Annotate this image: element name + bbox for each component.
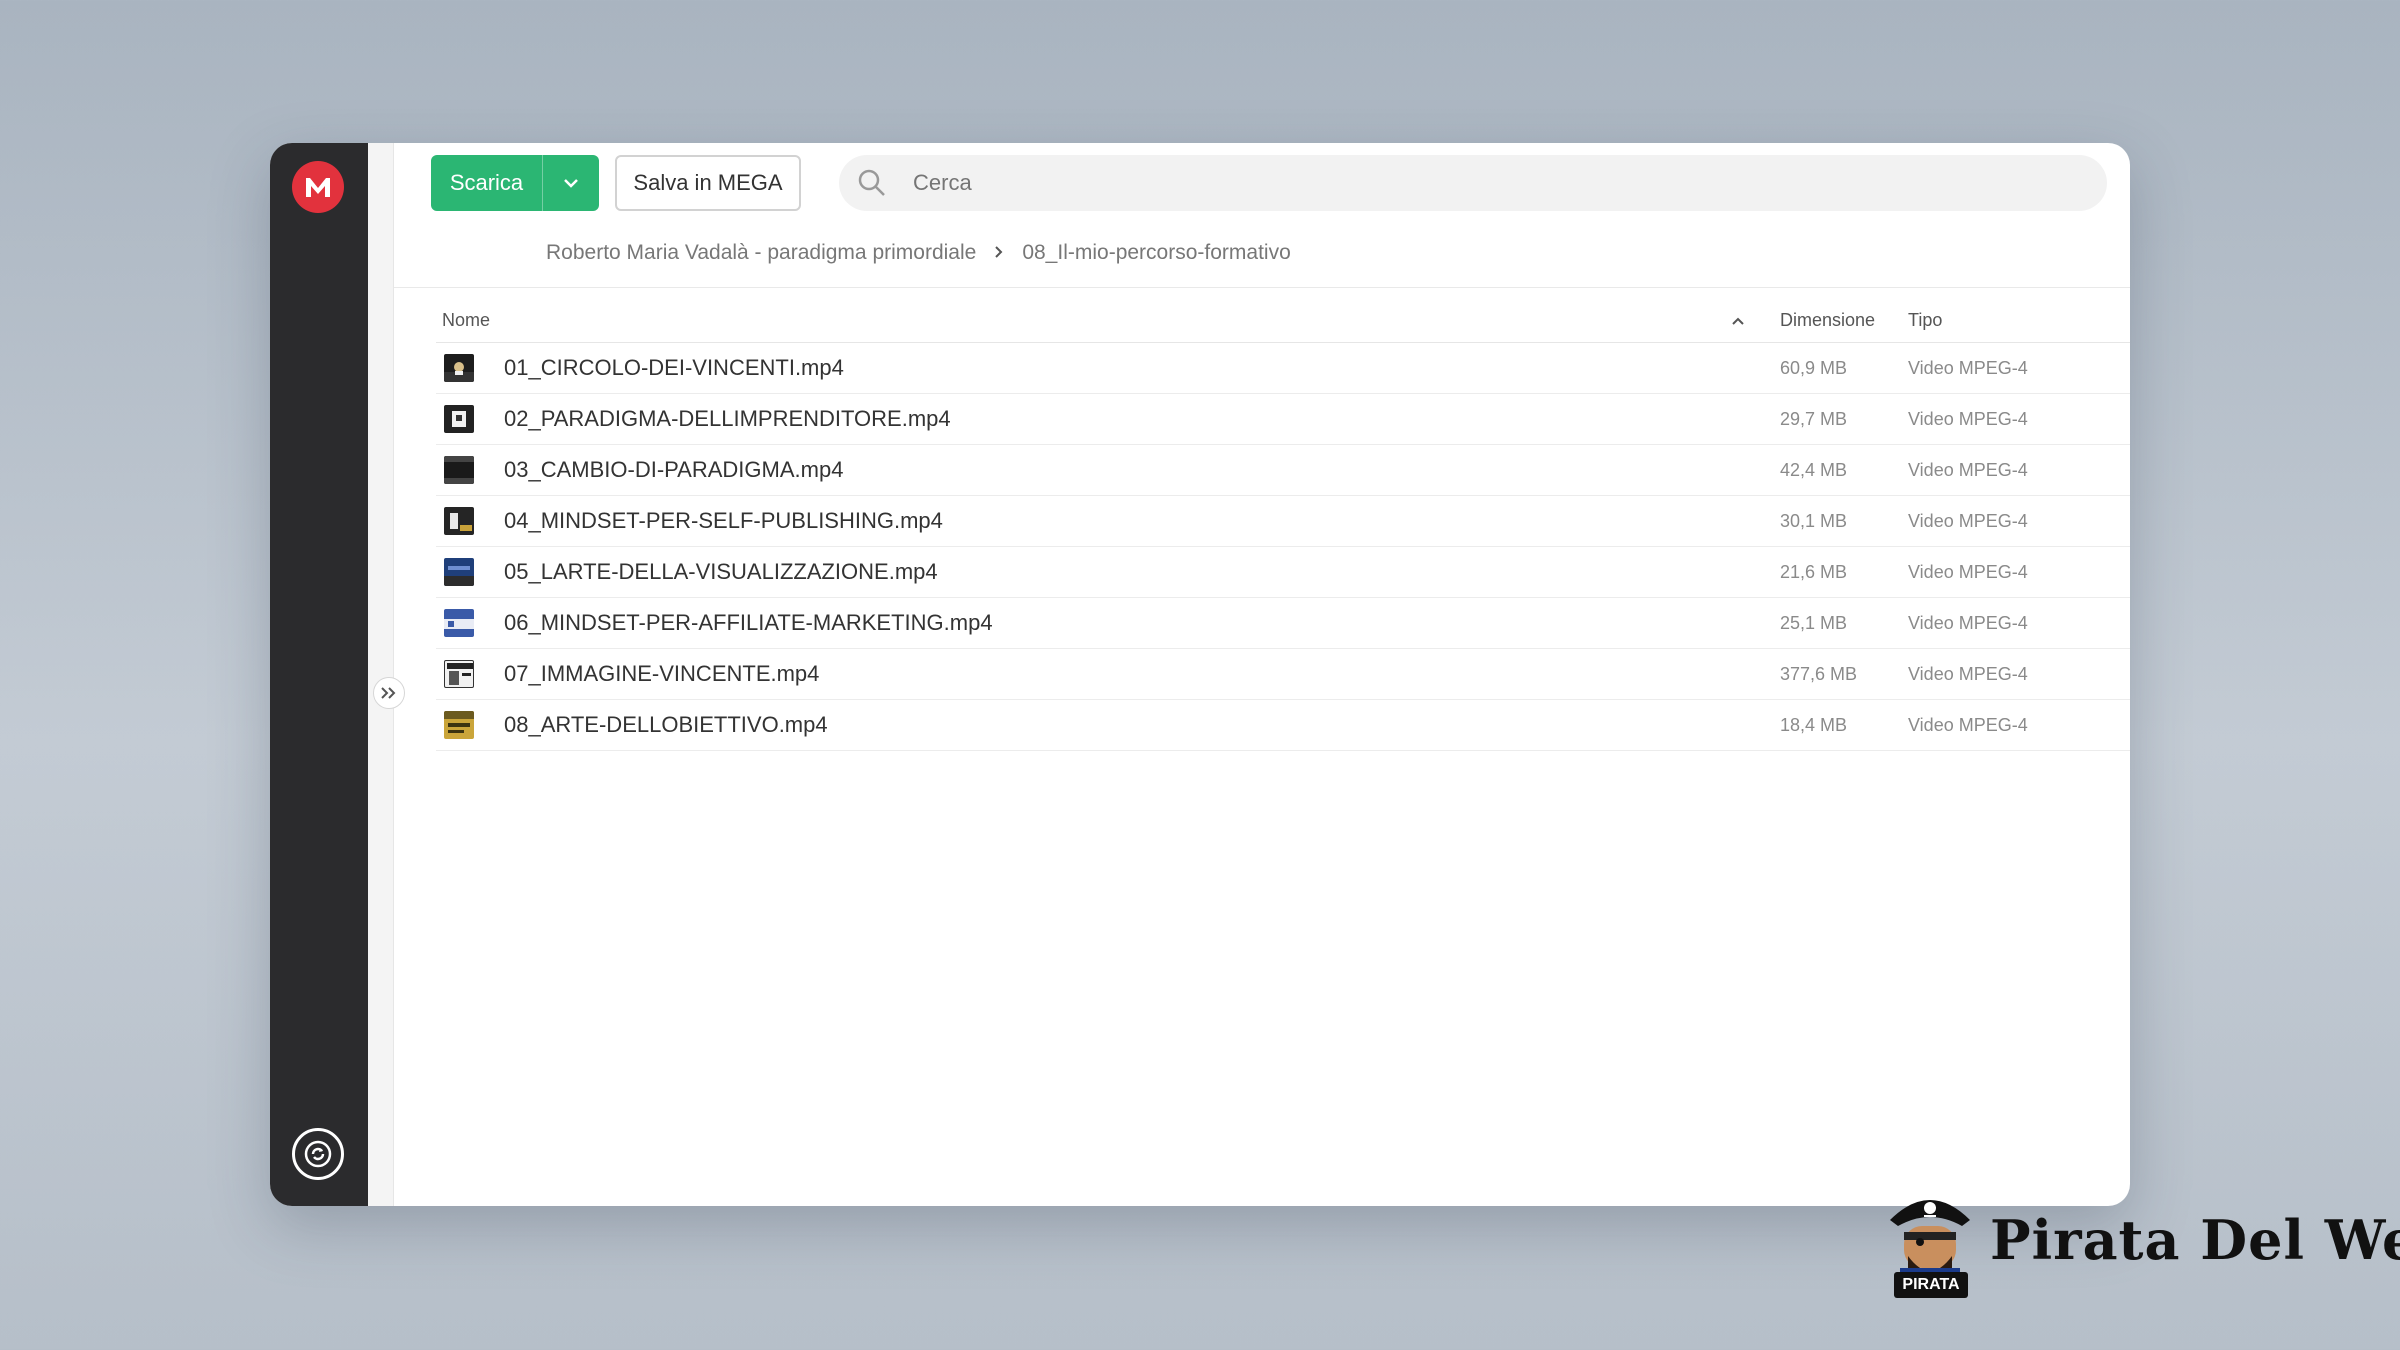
- table-header: Nome Dimensione Tipo: [436, 299, 2130, 343]
- file-name: 06_MINDSET-PER-AFFILIATE-MARKETING.mp4: [504, 610, 993, 635]
- video-thumbnail-icon: [444, 660, 474, 688]
- table-row[interactable]: 01_CIRCOLO-DEI-VINCENTI.mp4 60,9 MB Vide…: [436, 343, 2130, 394]
- file-size: 21,6 MB: [1780, 561, 1848, 582]
- search-bar[interactable]: [839, 155, 2107, 211]
- file-name: 07_IMMAGINE-VINCENTE.mp4: [504, 661, 820, 686]
- file-size: 30,1 MB: [1780, 510, 1848, 531]
- table-row[interactable]: 06_MINDSET-PER-AFFILIATE-MARKETING.mp4 2…: [436, 598, 2130, 649]
- table-row[interactable]: 03_CAMBIO-DI-PARADIGMA.mp4 42,4 MB Video…: [436, 445, 2130, 496]
- toolbar: Scarica Salva in MEGA: [431, 155, 2111, 211]
- file-type: Video MPEG-4: [1908, 459, 2028, 480]
- file-type: Video MPEG-4: [1908, 561, 2028, 582]
- file-size: 377,6 MB: [1780, 663, 1858, 684]
- video-thumbnail-icon: [444, 354, 474, 382]
- video-thumbnail-icon: [444, 711, 474, 739]
- file-name: 01_CIRCOLO-DEI-VINCENTI.mp4: [504, 355, 844, 380]
- mascot-tag: PIRATA: [1894, 1272, 1968, 1298]
- chevron-up-icon[interactable]: [1726, 316, 1750, 326]
- sidebar: [270, 143, 368, 1206]
- file-size: 25,1 MB: [1780, 612, 1848, 633]
- chevron-down-icon[interactable]: [543, 155, 599, 211]
- chevron-right-icon: [994, 242, 1004, 265]
- mega-window: Scarica Salva in MEGA Roberto Maria Vada…: [270, 143, 2130, 1206]
- sidebar-collapse-strip: [368, 143, 394, 1206]
- video-thumbnail-icon: [444, 609, 474, 637]
- video-thumbnail-icon: [444, 558, 474, 586]
- brand-name: Pirata Del Web: [1990, 1208, 2400, 1272]
- file-type: Video MPEG-4: [1908, 510, 2028, 531]
- expand-sidebar-button[interactable]: [373, 677, 405, 709]
- file-type: Video MPEG-4: [1908, 663, 2028, 684]
- video-thumbnail-icon: [444, 507, 474, 535]
- search-icon: [858, 169, 885, 196]
- table-row[interactable]: 08_ARTE-DELLOBIETTIVO.mp4 18,4 MB Video …: [436, 700, 2130, 751]
- file-name: 05_LARTE-DELLA-VISUALIZZAZIONE.mp4: [504, 559, 938, 584]
- table-row[interactable]: 02_PARADIGMA-DELLIMPRENDITORE.mp4 29,7 M…: [436, 394, 2130, 445]
- pirata-del-web-branding: PIRATA Pirata Del Web: [1882, 1186, 2400, 1306]
- file-name: 08_ARTE-DELLOBIETTIVO.mp4: [504, 712, 828, 737]
- table-row[interactable]: 07_IMMAGINE-VINCENTE.mp4 377,6 MB Video …: [436, 649, 2130, 700]
- column-header-size[interactable]: Dimensione: [1750, 310, 1908, 331]
- file-name: 03_CAMBIO-DI-PARADIGMA.mp4: [504, 457, 844, 482]
- file-type: Video MPEG-4: [1908, 408, 2028, 429]
- column-header-name[interactable]: Nome: [436, 310, 1726, 331]
- video-thumbnail-icon: [444, 456, 474, 484]
- file-size: 29,7 MB: [1780, 408, 1848, 429]
- file-type: Video MPEG-4: [1908, 714, 2028, 735]
- file-name: 04_MINDSET-PER-SELF-PUBLISHING.mp4: [504, 508, 943, 533]
- table-row[interactable]: 04_MINDSET-PER-SELF-PUBLISHING.mp4 30,1 …: [436, 496, 2130, 547]
- file-name: 02_PARADIGMA-DELLIMPRENDITORE.mp4: [504, 406, 951, 431]
- file-table: Nome Dimensione Tipo 01_CIRCOLO-DEI-VINC…: [436, 299, 2130, 751]
- sync-icon[interactable]: [292, 1128, 344, 1180]
- file-size: 60,9 MB: [1780, 357, 1848, 378]
- double-chevron-right-icon: [381, 687, 396, 699]
- breadcrumb: Roberto Maria Vadalà - paradigma primord…: [546, 235, 1291, 271]
- file-size: 42,4 MB: [1780, 459, 1848, 480]
- video-thumbnail-icon: [444, 405, 474, 433]
- file-type: Video MPEG-4: [1908, 612, 2028, 633]
- file-type: Video MPEG-4: [1908, 357, 2028, 378]
- download-button-label[interactable]: Scarica: [431, 155, 543, 211]
- header-divider: [394, 287, 2130, 288]
- table-row[interactable]: 05_LARTE-DELLA-VISUALIZZAZIONE.mp4 21,6 …: [436, 547, 2130, 598]
- save-to-mega-button[interactable]: Salva in MEGA: [615, 155, 801, 211]
- breadcrumb-item-current[interactable]: 08_Il-mio-percorso-formativo: [1022, 241, 1290, 265]
- search-input[interactable]: [913, 170, 2013, 196]
- file-size: 18,4 MB: [1780, 714, 1848, 735]
- mega-logo-icon[interactable]: [292, 161, 344, 213]
- breadcrumb-item-root[interactable]: Roberto Maria Vadalà - paradigma primord…: [546, 241, 976, 265]
- column-header-type[interactable]: Tipo: [1908, 310, 2130, 331]
- download-button[interactable]: Scarica: [431, 155, 599, 211]
